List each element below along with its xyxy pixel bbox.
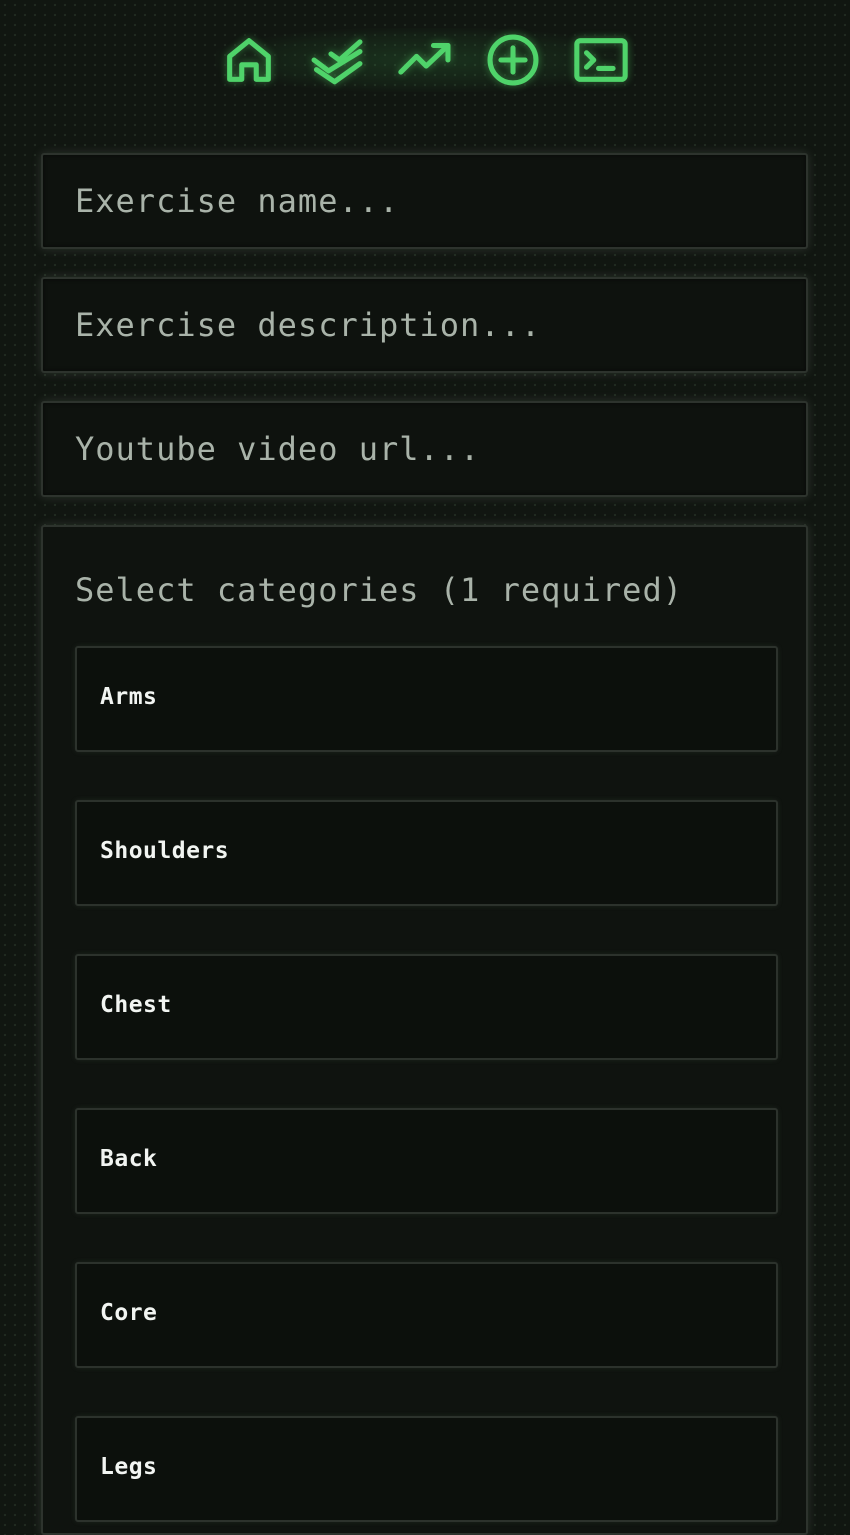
exercise-description-input[interactable] (43, 279, 806, 371)
exercise-name-field (41, 153, 808, 249)
exercise-name-input[interactable] (43, 155, 806, 247)
category-option-back[interactable]: Back (75, 1108, 778, 1214)
nav-workouts-button[interactable] (307, 30, 367, 90)
category-label: Legs (100, 1454, 158, 1480)
category-option-chest[interactable]: Chest (75, 954, 778, 1060)
plus-circle-icon (487, 34, 539, 86)
exercise-description-field (41, 277, 808, 373)
category-label: Back (100, 1146, 158, 1172)
categories-panel: Select categories (1 required) Arms Shou… (41, 525, 808, 1535)
nav-terminal-button[interactable] (571, 30, 631, 90)
nav-home-button[interactable] (219, 30, 279, 90)
category-option-core[interactable]: Core (75, 1262, 778, 1368)
nav-progress-button[interactable] (395, 30, 455, 90)
category-option-legs[interactable]: Legs (75, 1416, 778, 1522)
double-check-icon (311, 39, 363, 85)
category-label: Core (100, 1300, 158, 1326)
category-label: Shoulders (100, 838, 230, 864)
terminal-icon (574, 38, 628, 82)
home-icon (227, 38, 271, 82)
category-label: Arms (100, 684, 158, 710)
youtube-url-field (41, 401, 808, 497)
categories-title: Select categories (1 required) (75, 571, 683, 609)
category-option-arms[interactable]: Arms (75, 646, 778, 752)
nav-add-button[interactable] (483, 30, 543, 90)
youtube-url-input[interactable] (43, 403, 806, 495)
category-option-shoulders[interactable]: Shoulders (75, 800, 778, 906)
top-navigation (0, 28, 850, 92)
trend-up-icon (398, 42, 451, 75)
category-label: Chest (100, 992, 172, 1018)
